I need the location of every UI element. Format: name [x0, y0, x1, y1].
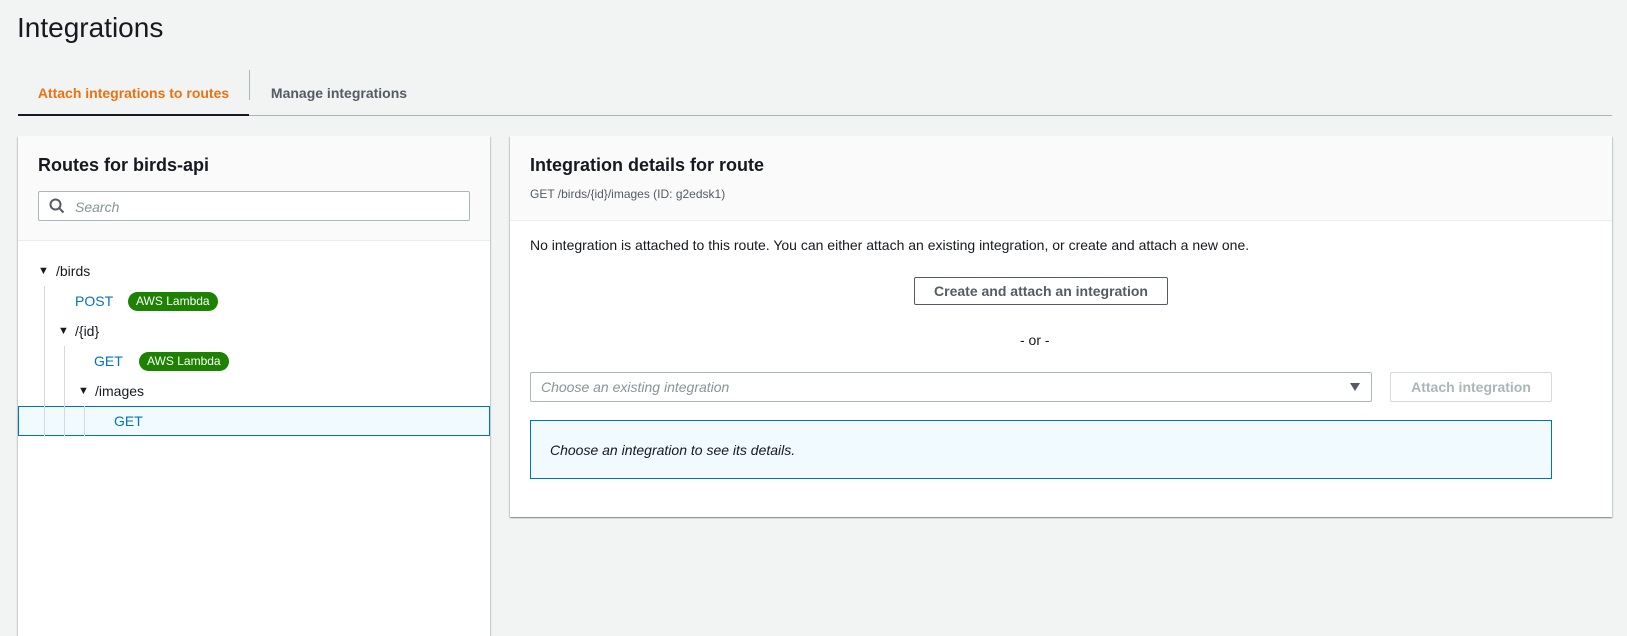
caret-down-icon[interactable]: ▼ [38, 256, 49, 286]
page-title: Integrations [17, 12, 164, 43]
tree-guide-line [64, 376, 65, 406]
tree-guide-line [44, 376, 45, 406]
routes-panel-header: Routes for birds-api [18, 136, 490, 241]
search-icon [49, 198, 65, 214]
existing-integration-select[interactable]: Choose an existing integration [530, 372, 1372, 402]
tree-guide-line [64, 406, 65, 436]
search-input[interactable] [73, 192, 467, 222]
caret-down-icon [1350, 383, 1360, 391]
tree-guide-line [44, 406, 45, 436]
route-subtitle: GET /birds/{id}/images (ID: g2edsk1) [530, 187, 726, 201]
tree-guide-line [64, 346, 65, 376]
details-panel-header: Integration details for route GET /birds… [510, 136, 1612, 221]
resource-label: /images [95, 383, 145, 399]
method-label[interactable]: POST [75, 286, 113, 316]
tree-resource-id[interactable]: ▼ /{id} [18, 316, 490, 346]
attach-integration-button[interactable]: Attach integration [1390, 372, 1552, 402]
integration-badge: AWS Lambda [139, 352, 229, 371]
method-label[interactable]: GET [114, 406, 143, 436]
routes-panel-title: Routes for birds-api [38, 155, 210, 175]
tree-guide-line [44, 286, 45, 316]
caret-down-icon[interactable]: ▼ [78, 376, 89, 406]
tab-bar: Attach integrations to routes Manage int… [18, 70, 1612, 116]
tree-guide-line [84, 406, 85, 436]
integration-details-panel: Integration details for route GET /birds… [510, 136, 1612, 517]
tree-guide-line [44, 316, 45, 346]
or-separator: - or - [1020, 332, 1050, 348]
tree-method-post[interactable]: POST AWS Lambda [18, 286, 490, 316]
search-box [38, 191, 470, 222]
caret-down-icon[interactable]: ▼ [58, 316, 69, 346]
method-label[interactable]: GET [94, 346, 123, 376]
integration-badge: AWS Lambda [128, 292, 218, 311]
select-placeholder: Choose an existing integration [541, 379, 730, 395]
no-integration-message: No integration is attached to this route… [530, 237, 1250, 253]
integration-info-box: Choose an integration to see its details… [530, 420, 1552, 479]
info-message: Choose an integration to see its details… [550, 442, 796, 458]
tab-manage-integrations[interactable]: Manage integrations [261, 70, 417, 115]
routes-tree: ▼ /birds POST AWS Lambda ▼ /{id} GET AWS… [18, 256, 490, 436]
tab-divider [249, 70, 250, 100]
resource-label: /birds [56, 263, 91, 279]
tree-resource-birds[interactable]: ▼ /birds [18, 256, 490, 286]
create-integration-button[interactable]: Create and attach an integration [914, 277, 1168, 305]
details-panel-title: Integration details for route [530, 155, 765, 175]
resource-label: /{id} [75, 323, 100, 339]
tree-guide-line [44, 346, 45, 376]
routes-panel: Routes for birds-api ▼ /birds POST AWS L… [18, 136, 490, 636]
tab-attach-integrations[interactable]: Attach integrations to routes [18, 70, 249, 116]
tree-resource-images[interactable]: ▼ /images [18, 376, 490, 406]
tree-method-get-images[interactable]: GET [18, 406, 490, 436]
tree-method-get-id[interactable]: GET AWS Lambda [18, 346, 490, 376]
